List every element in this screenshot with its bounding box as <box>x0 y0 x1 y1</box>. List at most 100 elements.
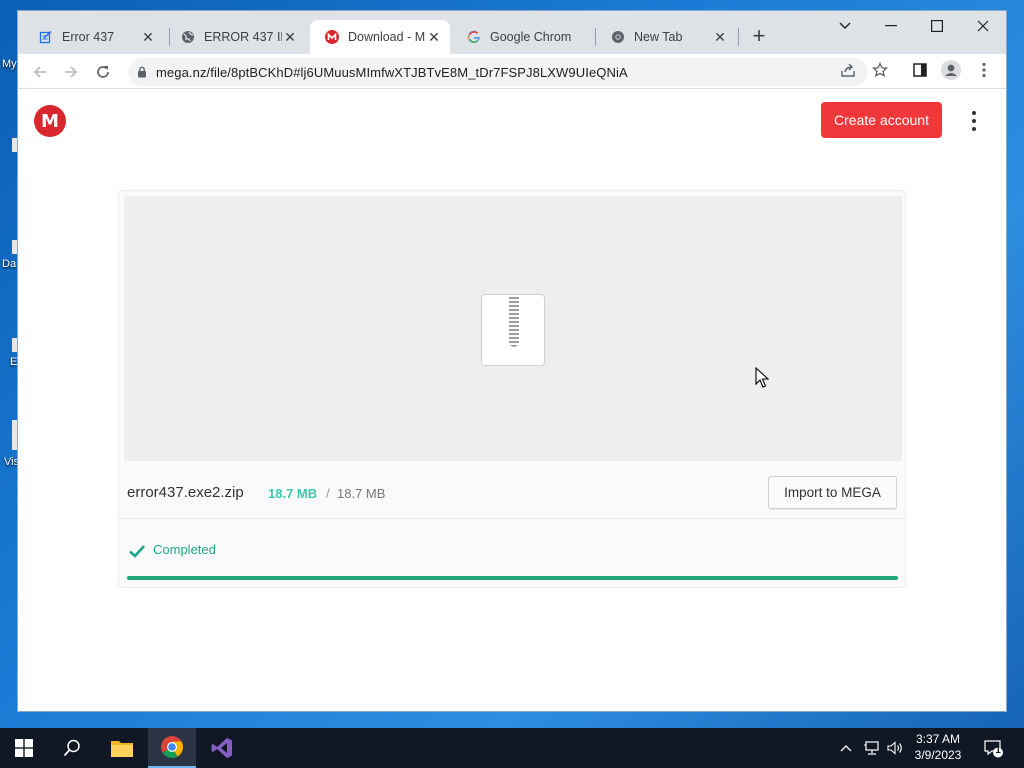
notification-center-button[interactable]: 1 <box>980 728 1006 768</box>
create-account-button[interactable]: Create account <box>821 102 942 138</box>
close-window-button[interactable] <box>960 11 1006 41</box>
progress-bar <box>127 576 898 580</box>
reload-icon <box>97 66 109 78</box>
start-button[interactable] <box>0 728 48 768</box>
show-hidden-icons-button[interactable] <box>836 728 856 768</box>
file-info-row: error437.exe2.zip 18.7 MB / 18.7 MB Impo… <box>119 465 905 519</box>
speaker-icon <box>887 741 902 755</box>
desktop-icon-label[interactable]: Da <box>2 258 16 270</box>
tab-title: Download - M <box>348 30 426 44</box>
file-explorer-button[interactable] <box>98 728 146 768</box>
chevron-up-icon <box>840 745 852 752</box>
kebab-dot <box>972 111 976 115</box>
avatar-icon <box>941 60 961 80</box>
clock-time: 3:37 AM <box>915 732 961 746</box>
zipper-icon <box>509 297 519 347</box>
folder-icon <box>111 741 133 757</box>
new-tab-button[interactable]: + <box>747 25 771 49</box>
maximize-button[interactable] <box>914 11 960 41</box>
browser-window: Error 437 ✕ ERROR 437 IN ✕ Download - M … <box>18 11 1006 711</box>
visual-studio-icon <box>211 738 232 758</box>
download-status-row: Completed <box>119 520 905 588</box>
url-text[interactable]: mega.nz/file/8ptBCKhD#lj6UMuusMImfwXTJBT… <box>156 65 628 80</box>
network-button[interactable] <box>861 728 883 768</box>
mega-logo[interactable]: M <box>34 105 66 137</box>
close-icon[interactable]: ✕ <box>712 29 728 45</box>
windows-logo-icon <box>15 739 33 757</box>
notification-count: 1 <box>995 745 1001 756</box>
address-bar[interactable]: mega.nz/file/8ptBCKhD#lj6UMuusMImfwXTJBT… <box>128 58 868 86</box>
document-edit-icon <box>38 29 54 45</box>
chevron-down-icon <box>839 22 851 29</box>
star-icon <box>872 62 888 78</box>
import-to-mega-button[interactable]: Import to MEGA <box>768 476 897 509</box>
google-icon <box>466 29 482 45</box>
visual-studio-button[interactable] <box>198 728 246 768</box>
tab-new-tab[interactable]: New Tab ✕ <box>596 20 736 54</box>
taskbar-search-button[interactable] <box>48 728 96 768</box>
tab-separator <box>738 28 739 46</box>
minimize-icon <box>885 25 897 27</box>
tab-google-chrome[interactable]: Google Chrom <box>452 20 594 54</box>
download-card: error437.exe2.zip 18.7 MB / 18.7 MB Impo… <box>118 190 906 588</box>
mouse-cursor-icon <box>755 367 769 388</box>
file-preview <box>124 196 902 461</box>
tab-search-button[interactable] <box>822 11 868 41</box>
minimize-button[interactable] <box>868 11 914 41</box>
downloaded-size: 18.7 MB <box>268 486 318 501</box>
profile-button[interactable] <box>941 60 961 80</box>
network-icon <box>864 741 879 755</box>
tab-title: Error 437 <box>62 30 115 44</box>
desktop-icon-label[interactable]: E <box>10 356 17 368</box>
close-icon <box>977 20 989 32</box>
chrome-icon <box>161 736 183 758</box>
taskbar: 3:37 AM 3/9/2023 1 <box>0 728 1024 768</box>
menu-button[interactable] <box>974 60 994 80</box>
status-text: Completed <box>153 542 216 557</box>
lock-icon[interactable] <box>128 66 156 78</box>
size-separator: / <box>326 486 330 501</box>
tab-title: New Tab <box>634 30 683 44</box>
close-icon[interactable]: ✕ <box>282 29 298 45</box>
tab-title: ERROR 437 IN <box>204 30 282 44</box>
arrow-left-icon <box>33 66 46 78</box>
page-menu-button[interactable] <box>964 109 984 133</box>
page-content: M Create account error437.exe2.zip 18.7 … <box>18 89 1006 711</box>
kebab-dot <box>972 119 976 123</box>
bookmark-star-button[interactable] <box>870 60 890 80</box>
back-button[interactable] <box>27 59 53 85</box>
reload-button[interactable] <box>90 59 116 85</box>
close-icon[interactable]: ✕ <box>140 29 156 45</box>
desktop-icon-label[interactable]: Vis <box>4 456 19 468</box>
checkmark-icon <box>129 545 145 558</box>
forward-button[interactable] <box>58 59 84 85</box>
zip-file-icon <box>481 294 545 366</box>
tab-error-437[interactable]: Error 437 ✕ <box>24 20 164 54</box>
volume-button[interactable] <box>884 728 906 768</box>
arrow-right-icon <box>65 66 78 78</box>
side-panel-button[interactable] <box>910 60 930 80</box>
close-icon[interactable]: ✕ <box>426 29 442 45</box>
chrome-icon <box>610 29 626 45</box>
kebab-menu-icon <box>982 62 986 78</box>
file-name: error437.exe2.zip <box>127 484 244 501</box>
kebab-dot <box>972 127 976 131</box>
maximize-icon <box>931 20 943 32</box>
chrome-taskbar-button[interactable] <box>148 728 196 768</box>
desktop-icon-label[interactable]: My <box>2 58 17 70</box>
mega-icon <box>324 29 340 45</box>
tab-strip: Error 437 ✕ ERROR 437 IN ✕ Download - M … <box>18 11 1006 54</box>
total-size: 18.7 MB <box>337 486 386 501</box>
tab-download-mega[interactable]: Download - M ✕ <box>310 20 450 54</box>
progress-fill <box>127 576 898 580</box>
share-button[interactable] <box>838 60 858 80</box>
toolbar: mega.nz/file/8ptBCKhD#lj6UMuusMImfwXTJBT… <box>18 54 1006 89</box>
system-clock[interactable]: 3:37 AM 3/9/2023 <box>905 731 971 763</box>
share-icon <box>841 63 855 77</box>
side-panel-icon <box>913 63 927 77</box>
globe-icon <box>180 29 196 45</box>
tab-error-437-in[interactable]: ERROR 437 IN ✕ <box>166 20 306 54</box>
search-icon <box>63 739 80 757</box>
tab-title: Google Chrom <box>490 30 572 44</box>
clock-date: 3/9/2023 <box>914 748 962 762</box>
